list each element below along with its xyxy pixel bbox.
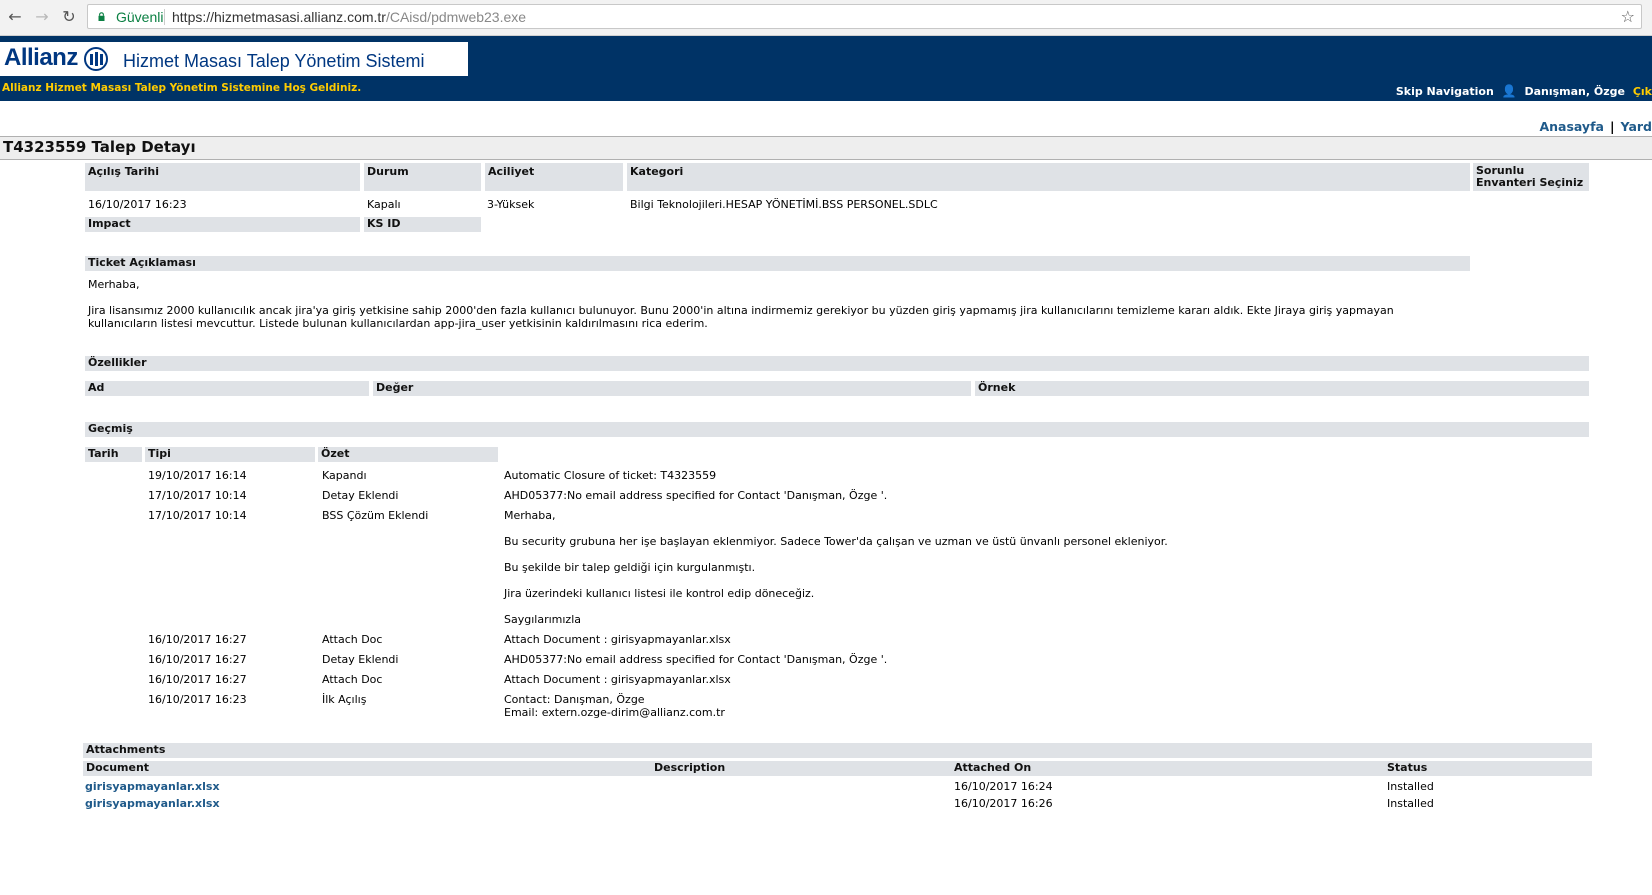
solution-line: Bu security grubuna her işe başlayan ekl… (504, 535, 1168, 548)
category-header: Kategori (627, 163, 1470, 191)
page-title: T4323559 Talep Detayı (3, 138, 196, 156)
opened-date-value: 16/10/2017 16:23 (88, 198, 187, 211)
history-date: 16/10/2017 16:27 (148, 673, 247, 686)
history-summary: Contact: Danışman, Özge (504, 693, 645, 706)
logout-link[interactable]: Çık (1633, 85, 1652, 98)
history-type: İlk Açılış (322, 693, 367, 706)
history-summary: AHD05377:No email address specified for … (504, 653, 888, 666)
browser-toolbar: ← → ↻ Güvenli https://hizmetmasasi.allia… (0, 0, 1652, 36)
properties-example-column: Örnek (975, 381, 1589, 396)
skip-navigation-link[interactable]: Skip Navigation (1396, 85, 1494, 98)
ticket-description-line2: kullanıcıların listesi mevcuttur. Listed… (88, 317, 708, 330)
history-header: Geçmiş (85, 422, 1589, 437)
welcome-message: Allianz Hizmet Masası Talep Yönetim Sist… (2, 82, 362, 94)
url-host: https://hizmetmasasi.allianz.com.tr (172, 9, 386, 25)
help-link[interactable]: Yard (1621, 119, 1652, 134)
attachment-date: 16/10/2017 16:24 (954, 780, 1053, 793)
properties-value-column: Değer (373, 381, 971, 396)
properties-header: Özellikler (85, 356, 1589, 371)
attachment-link[interactable]: girisyapmayanlar.xlsx (85, 780, 220, 793)
history-type: BSS Çözüm Eklendi (322, 509, 429, 522)
solution-line: Saygılarımızla (504, 613, 581, 626)
address-divider (164, 9, 165, 25)
back-arrow-icon[interactable]: ← (6, 8, 24, 26)
ticket-greeting: Merhaba, (88, 278, 140, 291)
history-type: Kapandı (322, 469, 367, 482)
history-summary: Merhaba, (504, 509, 556, 522)
allianz-logo: Allianz (4, 44, 78, 71)
history-type-column: Tipi (145, 447, 315, 462)
attachment-status: Installed (1387, 797, 1434, 810)
opened-date-header: Açılış Tarihi (85, 163, 360, 191)
properties-name-column: Ad (85, 381, 369, 396)
history-date: 16/10/2017 16:27 (148, 633, 247, 646)
history-type: Attach Doc (322, 633, 383, 646)
solution-line: Jira üzerindeki kullanıcı listesi ile ko… (504, 587, 815, 600)
history-date: 16/10/2017 16:27 (148, 653, 247, 666)
allianz-eagle-icon (84, 47, 108, 71)
app-header: Allianz Hizmet Masası Talep Yönetim Sist… (0, 36, 1652, 101)
url-text[interactable]: https://hizmetmasasi.allianz.com.tr/CAis… (172, 9, 526, 25)
inventory-header: Sorunlu Envanteri Seçiniz (1473, 163, 1589, 191)
bookmark-star-icon[interactable]: ☆ (1621, 7, 1635, 26)
urgency-header: Aciliyet (485, 163, 623, 191)
history-date-column: Tarih (85, 447, 142, 462)
impact-header: Impact (85, 217, 360, 232)
solution-line: Bu şekilde bir talep geldiği için kurgul… (504, 561, 756, 574)
history-summary: AHD05377:No email address specified for … (504, 489, 888, 502)
attachments-header: Attachments (83, 743, 1592, 758)
contact-email: Email: extern.ozge-dirim@allianz.com.tr (504, 706, 725, 719)
attachment-date: 16/10/2017 16:26 (954, 797, 1053, 810)
status-value: Kapalı (367, 198, 401, 211)
urgency-value: 3-Yüksek (487, 198, 535, 211)
attachment-link[interactable]: girisyapmayanlar.xlsx (85, 797, 220, 810)
history-date: 16/10/2017 16:23 (148, 693, 247, 706)
ticket-description-line1: Jira lisansımız 2000 kullanıcılık ancak … (88, 304, 1394, 317)
status-header: Durum (364, 163, 481, 191)
top-links: Anasayfa | Yard (1539, 119, 1652, 134)
forward-arrow-icon[interactable]: → (33, 8, 51, 26)
attachment-status: Installed (1387, 780, 1434, 793)
history-summary: Attach Document : girisyapmayanlar.xlsx (504, 633, 731, 646)
history-summary: Attach Document : girisyapmayanlar.xlsx (504, 673, 731, 686)
home-link[interactable]: Anasayfa (1539, 119, 1604, 134)
attachments-document-column: Document (83, 761, 651, 776)
page-title-bar: T4323559 Talep Detayı (0, 136, 1652, 160)
attachments-status-column: Status (1384, 761, 1592, 776)
lock-icon (98, 12, 105, 21)
history-date: 17/10/2017 10:14 (148, 509, 247, 522)
history-summary: Automatic Closure of ticket: T4323559 (504, 469, 717, 482)
url-path: /CAisd/pdmweb23.exe (385, 9, 527, 25)
history-date: 17/10/2017 10:14 (148, 489, 247, 502)
category-value: Bilgi Teknolojileri.HESAP YÖNETİMİ.BSS P… (630, 198, 938, 211)
history-type: Detay Eklendi (322, 489, 399, 502)
link-separator: | (1609, 119, 1615, 134)
app-title: Hizmet Masası Talep Yönetim Sistemi (123, 51, 425, 71)
ksid-header: KS ID (364, 217, 481, 232)
user-name: Danışman, Özge (1524, 85, 1625, 98)
history-summary-column: Özet (318, 447, 498, 462)
user-bar: Skip Navigation 👤 Danışman, Özge Çık (1392, 84, 1652, 98)
history-type: Detay Eklendi (322, 653, 399, 666)
history-date: 19/10/2017 16:14 (148, 469, 247, 482)
ticket-description-header: Ticket Açıklaması (85, 256, 1470, 271)
reload-icon[interactable]: ↻ (60, 8, 78, 26)
secure-label: Güvenli (116, 9, 164, 25)
user-icon: 👤 (1501, 84, 1517, 98)
logo-banner: Allianz Hizmet Masası Talep Yönetim Sist… (0, 42, 468, 76)
history-type: Attach Doc (322, 673, 383, 686)
address-bar[interactable]: Güvenli https://hizmetmasasi.allianz.com… (87, 4, 1642, 29)
attachments-description-column: Description (651, 761, 951, 776)
attachments-attached-on-column: Attached On (951, 761, 1384, 776)
